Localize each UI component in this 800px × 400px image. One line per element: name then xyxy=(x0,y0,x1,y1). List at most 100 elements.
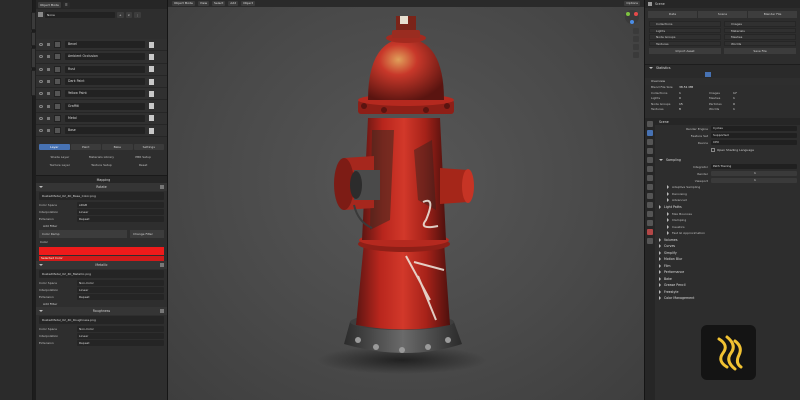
object-icon[interactable] xyxy=(647,175,653,181)
outliner-item[interactable]: Worlds xyxy=(724,40,796,46)
lock-icon[interactable] xyxy=(47,116,50,120)
eye-icon[interactable] xyxy=(39,92,43,96)
layer-name[interactable]: Base xyxy=(65,127,145,135)
outliner-item[interactable]: Lights xyxy=(649,27,721,33)
node-menu-icon[interactable] xyxy=(160,185,164,190)
setting-dropdown[interactable]: Supported xyxy=(711,132,797,139)
particles-icon[interactable] xyxy=(647,193,653,199)
light-paths-section[interactable]: Light Paths xyxy=(655,204,800,211)
outliner-tab[interactable]: Blender File xyxy=(748,11,797,18)
lock-icon[interactable] xyxy=(47,43,50,47)
add-layer-button[interactable]: + xyxy=(117,11,124,18)
layer-row[interactable]: Dark Paint xyxy=(36,75,167,89)
layer-name[interactable]: Graffiti xyxy=(65,102,145,110)
node-menu-icon[interactable] xyxy=(160,263,164,268)
outliner-item[interactable]: Node Groups xyxy=(649,34,721,40)
eye-icon[interactable] xyxy=(39,116,43,120)
navigation-gizmo[interactable] xyxy=(624,9,640,25)
properties-section[interactable]: Color Management xyxy=(655,295,800,302)
outliner-action-button[interactable]: Import Asset xyxy=(649,48,721,54)
sampling-field[interactable]: Path Tracing xyxy=(711,163,797,170)
prop-dropdown[interactable]: sRGB xyxy=(77,201,164,208)
outliner-item[interactable]: Collections xyxy=(649,21,721,27)
layer-mask-icon[interactable] xyxy=(149,115,154,122)
texture-icon[interactable] xyxy=(647,238,653,244)
stats-tab-active[interactable] xyxy=(705,71,711,77)
mapping-section[interactable]: Mapping xyxy=(36,175,167,184)
material-icon[interactable] xyxy=(647,229,653,235)
node-header[interactable]: Roughness xyxy=(36,307,167,316)
prop-dropdown[interactable]: Non-Color xyxy=(77,279,164,286)
eye-icon[interactable] xyxy=(39,80,43,84)
eye-icon[interactable] xyxy=(39,55,43,59)
add-filter-row[interactable]: Add Filter xyxy=(36,300,167,307)
layer-set-field[interactable]: None xyxy=(45,11,115,18)
layer-action-button[interactable]: Texture Setup xyxy=(82,162,122,168)
layer-row[interactable]: Ambient Occlusion xyxy=(36,51,167,64)
viewport-options[interactable]: Options xyxy=(624,1,640,6)
grid-icon[interactable] xyxy=(633,52,639,58)
eye-icon[interactable] xyxy=(39,67,43,71)
layer-action-button[interactable]: Materials Library xyxy=(82,154,122,160)
lock-icon[interactable] xyxy=(47,67,50,71)
setting-dropdown[interactable]: CPU xyxy=(711,139,797,146)
layer-action-button[interactable]: Reset xyxy=(123,162,163,168)
prop-dropdown[interactable]: Repeat xyxy=(77,215,164,222)
viewport-menu-add[interactable]: Add xyxy=(228,1,239,6)
tab-bake[interactable]: Bake xyxy=(102,144,133,151)
tab-settings[interactable]: Settings xyxy=(133,144,164,151)
layer-name[interactable]: Metal xyxy=(65,114,145,122)
world-icon[interactable] xyxy=(647,166,653,172)
image-file-field[interactable]: RustedMetal_02_4K_Metallic.png xyxy=(39,270,164,279)
outliner-item[interactable]: Meshes xyxy=(724,34,796,40)
constraints-icon[interactable] xyxy=(647,211,653,217)
data-icon[interactable] xyxy=(647,220,653,226)
eye-icon[interactable] xyxy=(39,43,43,47)
sampling-section[interactable]: Sampling xyxy=(655,156,800,163)
lock-icon[interactable] xyxy=(47,55,50,59)
image-file-field[interactable]: RustedMetal_02_4K_Base_Color.png xyxy=(39,192,164,201)
layer-menu-button[interactable]: ⋮ xyxy=(134,11,142,18)
camera-icon[interactable] xyxy=(633,44,639,50)
change-filter-button[interactable]: Change Filter xyxy=(130,230,164,239)
viewport-menu-select[interactable]: Select xyxy=(212,1,226,6)
layer-mask-icon[interactable] xyxy=(149,103,154,110)
collapse-icon[interactable] xyxy=(39,186,43,189)
physics-icon[interactable] xyxy=(647,202,653,208)
outliner-tab[interactable]: Data xyxy=(648,11,697,18)
modifier-icon[interactable] xyxy=(647,184,653,190)
layer-name[interactable]: Bevel xyxy=(65,41,145,49)
tab-paint[interactable]: Paint xyxy=(70,144,101,151)
osl-checkbox-row[interactable]: Open Shading Language xyxy=(655,146,800,153)
layer-name[interactable]: Yellow Paint xyxy=(65,90,145,98)
render-icon[interactable] xyxy=(647,130,653,136)
outliner-action-button[interactable]: Save File xyxy=(724,48,796,54)
remove-layer-button[interactable]: × xyxy=(125,11,133,18)
lock-icon[interactable] xyxy=(47,129,50,133)
layer-action-button[interactable]: PBR Setup xyxy=(123,154,163,160)
outliner-item[interactable]: Materials xyxy=(724,27,796,33)
setting-dropdown[interactable]: Cycles xyxy=(711,125,797,132)
layer-row[interactable]: Bevel xyxy=(36,39,167,52)
color-ramp-bar[interactable] xyxy=(39,247,164,256)
scene-props-icon[interactable] xyxy=(647,157,653,163)
lock-icon[interactable] xyxy=(47,92,50,96)
collapse-icon[interactable] xyxy=(39,310,43,313)
layer-action-button[interactable]: Shade Layer xyxy=(40,154,80,160)
layer-row[interactable]: Rust xyxy=(36,63,167,76)
sampling-field[interactable]: 1 xyxy=(711,170,797,177)
layer-name[interactable]: Rust xyxy=(65,65,145,73)
layer-mask-icon[interactable] xyxy=(149,53,154,60)
layer-name[interactable]: Dark Paint xyxy=(65,78,145,86)
layer-mask-icon[interactable] xyxy=(149,90,154,97)
node-header[interactable]: Metallic xyxy=(36,261,167,270)
layer-row[interactable]: Graffiti xyxy=(36,100,167,113)
lock-icon[interactable] xyxy=(47,104,50,108)
osl-checkbox[interactable] xyxy=(711,147,715,152)
tool-icon[interactable] xyxy=(647,121,653,127)
prop-dropdown[interactable]: Repeat xyxy=(77,293,164,300)
layer-row[interactable]: Metal xyxy=(36,112,167,126)
prop-dropdown[interactable]: Linear xyxy=(77,286,164,293)
layer-action-button[interactable]: Texture Layer xyxy=(40,162,80,168)
add-filter-row[interactable]: Add Filter xyxy=(36,222,167,229)
